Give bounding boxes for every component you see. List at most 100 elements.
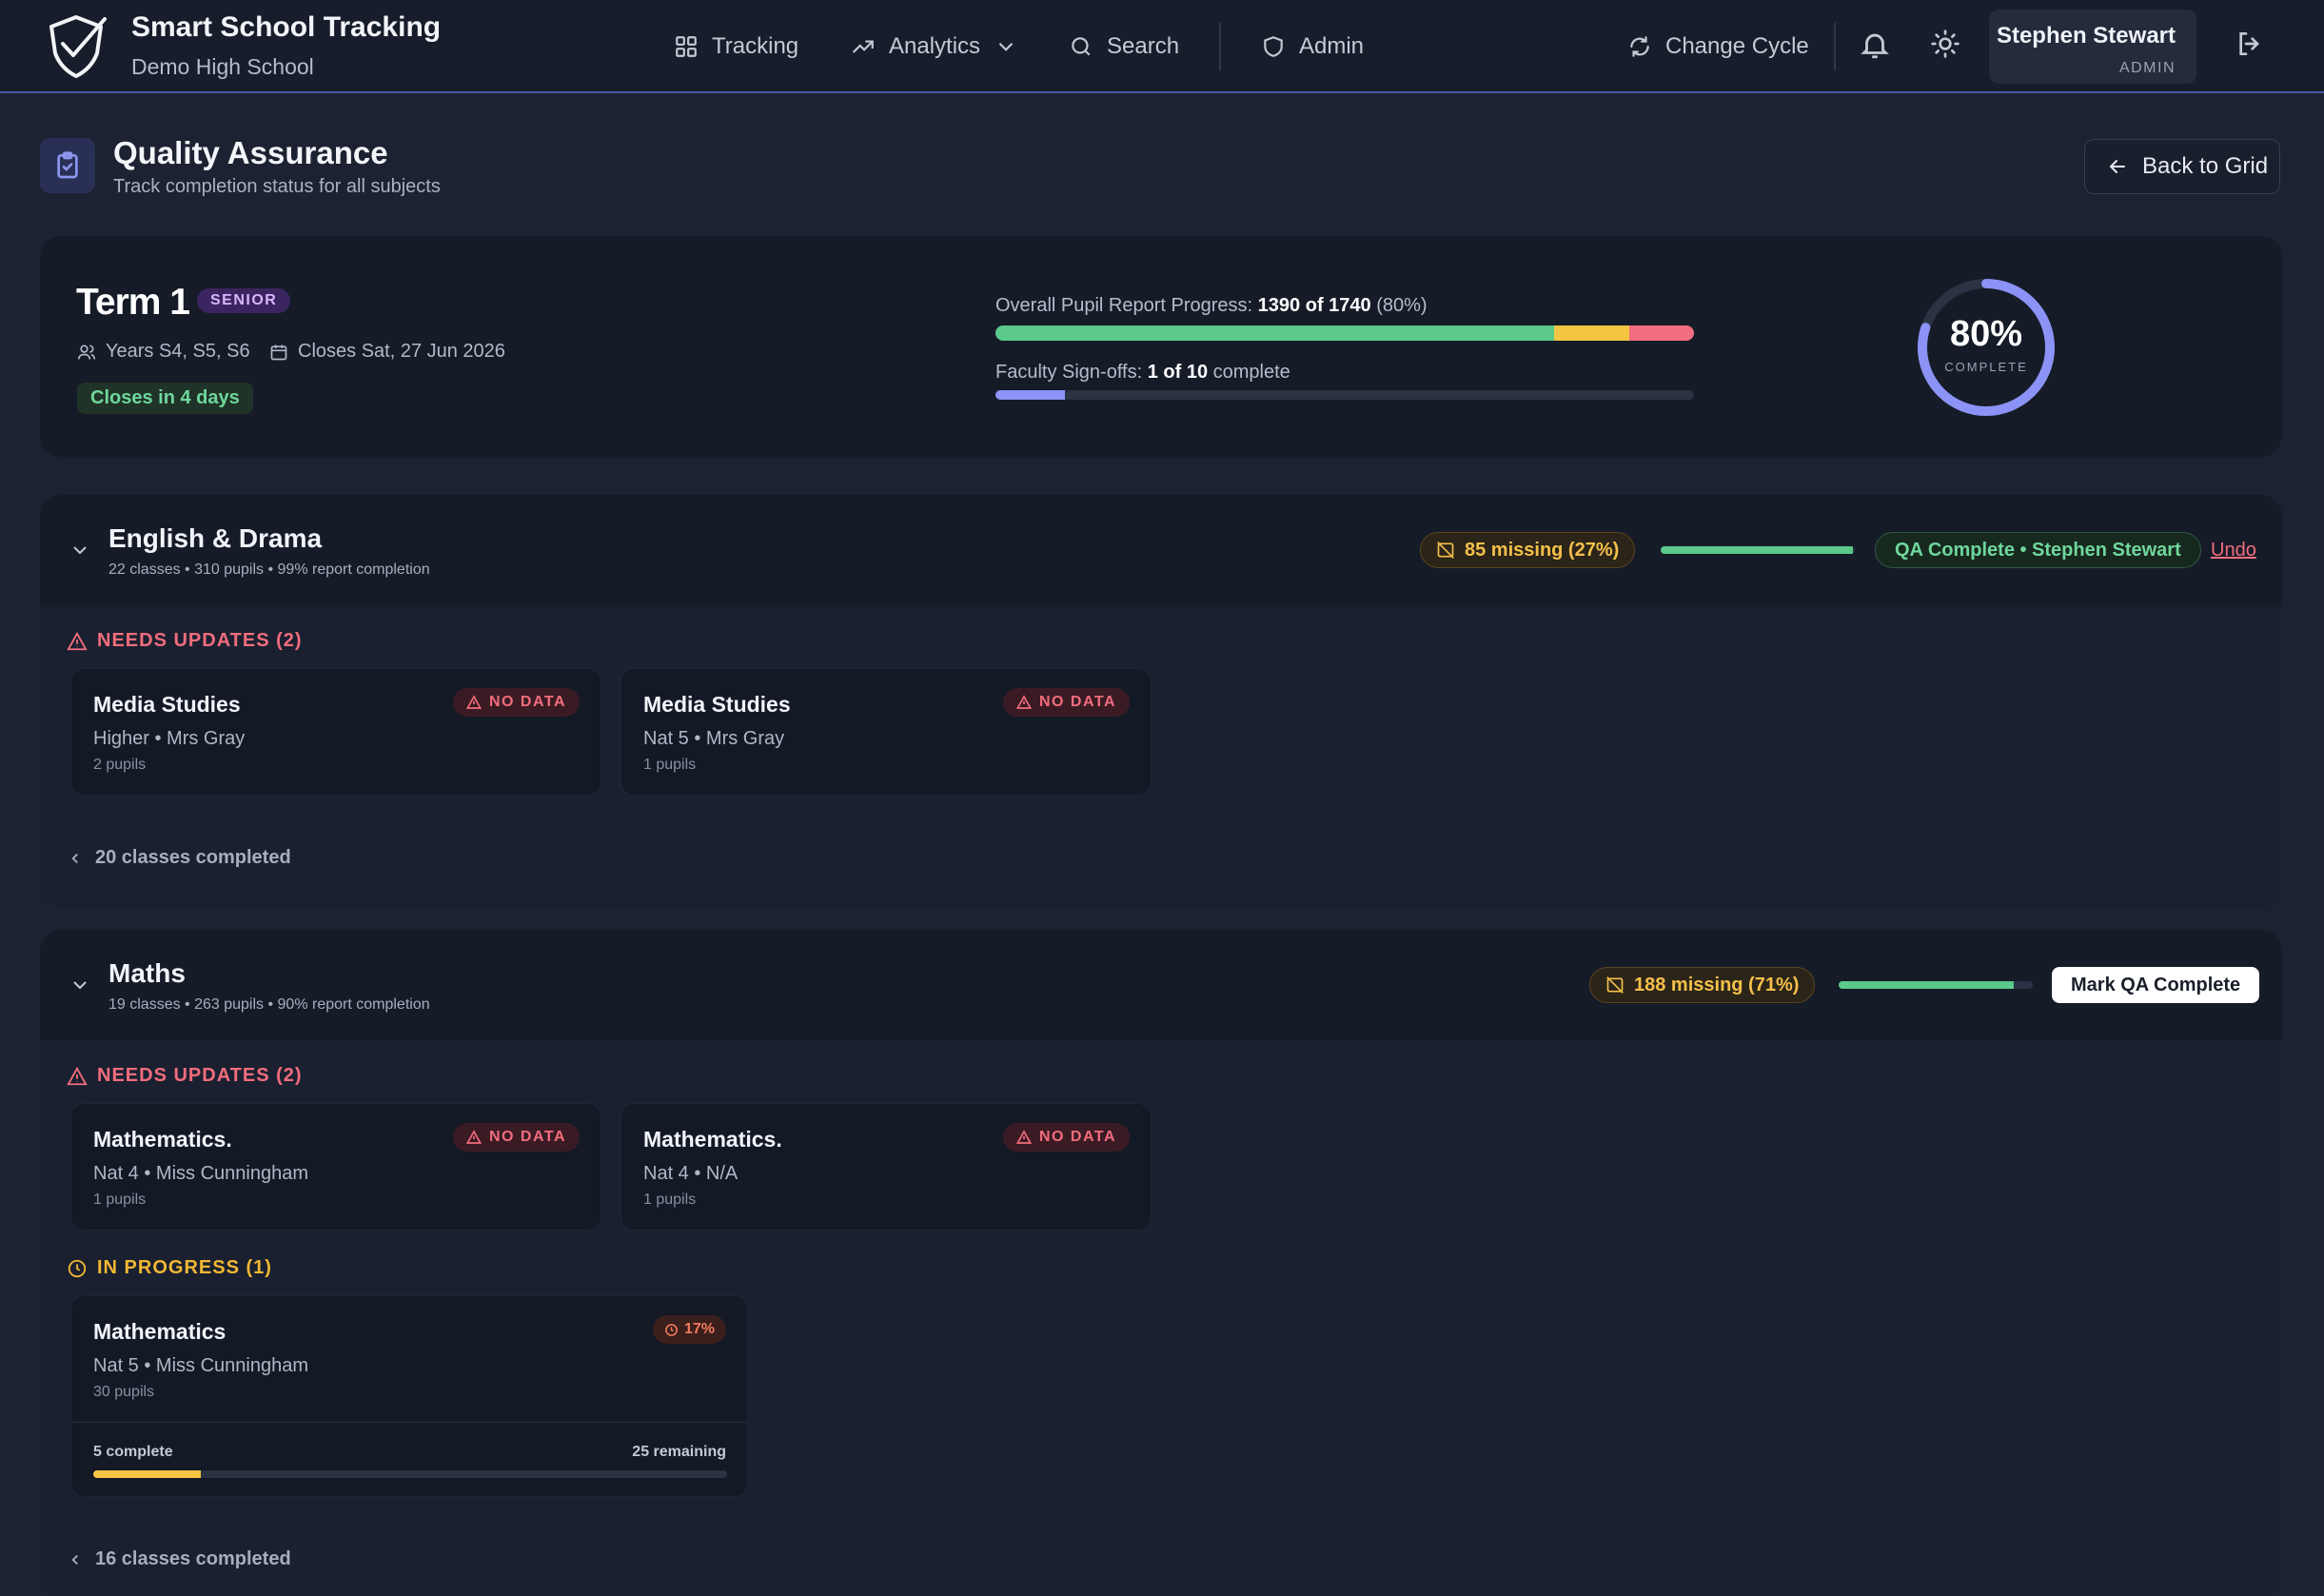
class-card[interactable]: Mathematics. NO DATA Nat 4 • N/A 1 pupil… (620, 1103, 1152, 1231)
class-pupils: 1 pupils (643, 1192, 697, 1208)
user-menu[interactable]: Stephen Stewart ADMIN (1989, 10, 2196, 84)
closes-in-badge: Closes in 4 days (77, 383, 253, 414)
progress-percent-badge: 17% (652, 1315, 726, 1344)
clipboard-check-icon (40, 138, 95, 193)
completed-classes-label: 20 classes completed (95, 847, 291, 868)
subject-header-english[interactable]: English & Drama 22 classes • 310 pupils … (40, 495, 2282, 605)
sun-icon[interactable] (1930, 29, 1964, 63)
clock-icon (664, 1323, 679, 1337)
completed-classes-toggle[interactable]: 16 classes completed (67, 1548, 291, 1570)
completed-classes-toggle[interactable]: 20 classes completed (67, 847, 291, 869)
class-card[interactable]: Mathematics. NO DATA Nat 4 • Miss Cunnin… (70, 1103, 601, 1231)
mark-qa-complete-button[interactable]: Mark QA Complete (2052, 967, 2260, 1003)
signoff-caption: Faculty Sign-offs: (995, 362, 1143, 383)
class-name: Mathematics (93, 1319, 226, 1344)
overall-progress-bar (995, 325, 1694, 341)
no-data-label: NO DATA (1038, 694, 1116, 710)
in-progress-text: IN PROGRESS (1) (97, 1257, 272, 1278)
logout-icon[interactable] (2235, 29, 2269, 63)
class-pupils: 1 pupils (643, 757, 697, 773)
back-to-grid-label: Back to Grid (2142, 153, 2269, 179)
search-icon (1069, 34, 1093, 59)
class-card[interactable]: Media Studies NO DATA Higher • Mrs Gray … (70, 668, 601, 796)
class-meta: Higher • Mrs Gray (93, 728, 246, 749)
remaining-count: 25 remaining (632, 1444, 726, 1460)
subject-subtitle: 19 classes • 263 pupils • 90% report com… (108, 996, 430, 1013)
missing-label: 188 missing (71%) (1634, 974, 1800, 995)
chevron-down-icon[interactable] (69, 539, 91, 562)
change-cycle-label: Change Cycle (1665, 33, 1809, 59)
qa-complete-badge: QA Complete • Stephen Stewart (1875, 532, 2201, 568)
arrow-left-icon (2106, 155, 2129, 178)
signoff-counts: 1 of 10 (1147, 362, 1209, 383)
clock-icon (67, 1258, 88, 1279)
alert-triangle-icon (465, 1130, 482, 1145)
missing-badge: 85 missing (27%) (1420, 532, 1636, 568)
subject-title: English & Drama (108, 523, 323, 553)
progress-percent-label: 17% (683, 1321, 715, 1337)
overall-progress-counts: 1390 of 1740 (1257, 295, 1371, 316)
grid-icon (674, 34, 699, 59)
shield-check-icon[interactable] (42, 11, 110, 80)
class-meta: Nat 4 • Miss Cunningham (93, 1163, 308, 1184)
no-data-badge: NO DATA (1002, 688, 1130, 717)
class-card[interactable]: Media Studies NO DATA Nat 5 • Mrs Gray 1… (620, 668, 1152, 796)
class-pupils: 2 pupils (93, 757, 147, 773)
user-name: Stephen Stewart (1996, 23, 2176, 49)
subject-progress-fill (1839, 981, 2014, 989)
nav-search[interactable]: Search (1069, 0, 1179, 93)
page-title: Quality Assurance (113, 135, 388, 170)
class-meta: Nat 5 • Miss Cunningham (93, 1355, 308, 1376)
signoff-suffix: complete (1212, 362, 1290, 383)
subject-title: Maths (108, 958, 186, 988)
no-image-icon (1605, 975, 1625, 995)
class-card-in-progress[interactable]: Mathematics 17% Nat 5 • Miss Cunningham … (70, 1295, 748, 1497)
alert-triangle-icon (1015, 1130, 1032, 1145)
back-to-grid-button[interactable]: Back to Grid (2084, 139, 2280, 194)
nav-admin[interactable]: Admin (1261, 0, 1364, 93)
needs-updates-text: NEEDS UPDATES (2) (97, 1065, 303, 1086)
no-data-badge: NO DATA (452, 1123, 580, 1152)
undo-link[interactable]: Undo (2211, 540, 2256, 562)
nav-divider (1219, 23, 1221, 70)
no-data-label: NO DATA (488, 1129, 566, 1145)
subject-progress-fill (1661, 546, 1853, 554)
no-data-label: NO DATA (1038, 1129, 1116, 1145)
no-data-badge: NO DATA (1002, 1123, 1130, 1152)
class-name: Media Studies (643, 692, 791, 717)
user-role: ADMIN (2118, 60, 2176, 76)
alert-triangle-icon (465, 695, 482, 710)
refresh-icon (1627, 34, 1652, 59)
class-meta: Nat 5 • Mrs Gray (643, 728, 785, 749)
no-data-badge: NO DATA (452, 688, 580, 717)
no-data-label: NO DATA (488, 694, 566, 710)
class-pupils: 30 pupils (93, 1384, 155, 1400)
in-progress-label: IN PROGRESS (1) (67, 1257, 272, 1279)
subject-section-english: English & Drama 22 classes • 310 pupils … (40, 495, 2282, 908)
school-name: Demo High School (131, 54, 314, 79)
top-nav-bar: Smart School Tracking Demo High School T… (0, 0, 2324, 93)
subject-subtitle: 22 classes • 310 pupils • 99% report com… (108, 562, 430, 578)
change-cycle-button[interactable]: Change Cycle (1627, 0, 1809, 93)
term-title: Term 1 (76, 282, 190, 323)
chevron-left-icon (67, 850, 84, 867)
class-name: Mathematics. (643, 1127, 782, 1152)
ring-caption: COMPLETE (1944, 360, 2028, 374)
senior-badge: SENIOR (197, 288, 291, 313)
chevron-down-icon[interactable] (69, 974, 91, 996)
subject-header-maths[interactable]: Maths 19 classes • 263 pupils • 90% repo… (40, 930, 2282, 1040)
overall-in-progress-segment (1554, 325, 1629, 341)
overall-complete-segment (995, 325, 1555, 341)
no-image-icon (1436, 541, 1455, 560)
signoff-fill (995, 390, 1066, 400)
class-progress-fill (93, 1470, 202, 1478)
nav-tracking[interactable]: Tracking (674, 0, 798, 93)
nav-divider (1834, 23, 1836, 70)
term-years-label: Years S4, S5, S6 (106, 341, 250, 362)
class-name: Mathematics. (93, 1127, 232, 1152)
overall-missing-segment (1628, 325, 1694, 341)
subject-section-maths: Maths 19 classes • 263 pupils • 90% repo… (40, 930, 2282, 1596)
subject-progress-bar (1661, 546, 1855, 554)
nav-analytics[interactable]: Analytics (851, 0, 1018, 93)
bell-icon[interactable] (1859, 29, 1893, 63)
